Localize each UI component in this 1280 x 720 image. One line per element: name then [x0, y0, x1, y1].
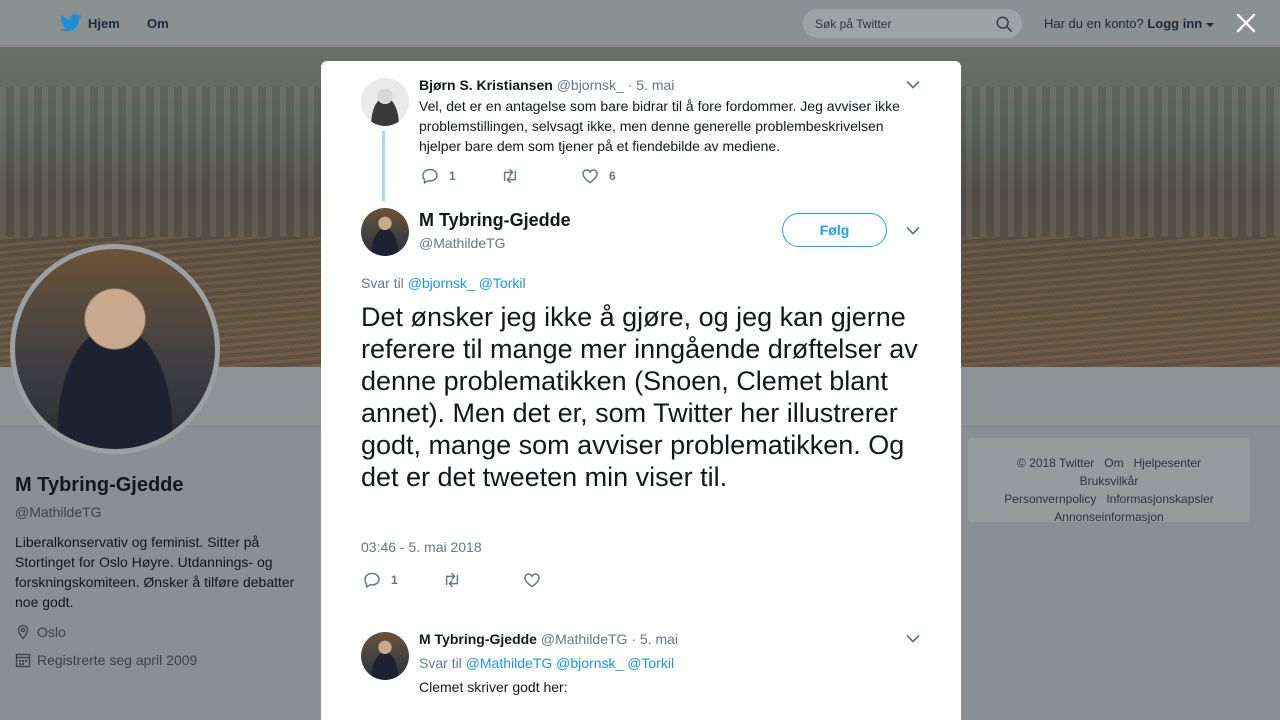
profile-bio: Liberalkonservativ og feminist. Sitter p… — [15, 534, 295, 610]
parent-tweet-handle[interactable]: @bjornsk_ — [557, 77, 624, 93]
footer-link-terms[interactable]: Bruksvilkår — [1080, 472, 1139, 490]
parent-tweet-actions: 1 6 — [421, 167, 661, 185]
footer-copyright: © 2018 Twitter — [1016, 456, 1095, 470]
child-tweet-avatar[interactable] — [361, 632, 409, 680]
reply-to-mention[interactable]: @bjornsk_ — [408, 275, 475, 291]
profile-location-text: Oslo — [37, 624, 66, 640]
top-navigation: Hjem Om Har du en konto? Logg inn — [0, 0, 1280, 46]
search-box — [802, 8, 1023, 39]
child-tweet-date[interactable]: · 5. mai — [631, 631, 678, 647]
main-tweet-menu-chevron-icon[interactable] — [906, 226, 920, 236]
parent-tweet-header: Bjørn S. Kristiansen @bjornsk_ · 5. mai — [419, 77, 674, 93]
heart-icon — [582, 169, 598, 184]
profile-handle[interactable]: @MathildeTG — [15, 504, 315, 520]
reply-to-prefix: Svar til — [361, 275, 404, 291]
tweet-modal: Bjørn S. Kristiansen @bjornsk_ · 5. mai … — [321, 61, 961, 720]
main-tweet-text: Det ønsker jeg ikke å gjøre, og jeg kan … — [361, 302, 918, 492]
chevron-down-icon[interactable] — [1205, 22, 1214, 28]
retweet-action[interactable] — [443, 571, 523, 589]
parent-tweet-date[interactable]: · 5. mai — [628, 77, 675, 93]
reply-action[interactable]: 1 — [421, 167, 501, 185]
reply-to-mention[interactable]: @Torkil — [479, 275, 526, 291]
child-tweet-author[interactable]: M Tybring-Gjedde — [419, 631, 537, 647]
main-tweet-author[interactable]: M Tybring-Gjedde — [419, 210, 571, 231]
child-tweet-menu-chevron-icon[interactable] — [906, 634, 920, 644]
profile-sidebar: M Tybring-Gjedde @MathildeTG Liberalkons… — [15, 474, 315, 668]
parent-tweet-avatar[interactable] — [361, 78, 409, 126]
profile-joined-text: Registrerte seg april 2009 — [37, 652, 198, 668]
twitter-bird-icon — [60, 14, 82, 32]
parent-tweet-menu-chevron-icon[interactable] — [906, 80, 920, 90]
nav-home[interactable]: Hjem — [60, 12, 120, 34]
profile-name[interactable]: M Tybring-Gjedde — [15, 474, 315, 500]
follow-button[interactable]: Følg — [782, 213, 887, 247]
footer-link-help[interactable]: Hjelpesenter — [1134, 454, 1201, 472]
reply-to-mention[interactable]: @Torkil — [627, 655, 674, 671]
retweet-icon — [445, 572, 459, 588]
like-count: 6 — [609, 169, 616, 183]
parent-tweet-text: Vel, det er en antagelse som bare bidrar… — [419, 98, 900, 154]
reply-to-mention[interactable]: @bjornsk_ — [556, 655, 623, 671]
profile-avatar[interactable] — [10, 244, 220, 454]
footer-link-about[interactable]: Om — [1104, 454, 1123, 472]
main-tweet-avatar[interactable] — [361, 208, 409, 256]
nav-about[interactable]: Om — [147, 16, 169, 31]
reply-icon — [364, 572, 380, 588]
main-tweet-handle[interactable]: @MathildeTG — [419, 235, 506, 251]
reply-to-prefix: Svar til — [419, 655, 462, 671]
reply-icon — [422, 168, 438, 184]
footer-link-ads[interactable]: Annonseinformasjon — [1054, 508, 1163, 526]
reply-count: 1 — [391, 573, 398, 587]
profile-joined: Registrerte seg april 2009 — [15, 652, 315, 668]
main-tweet-actions: 1 — [363, 571, 603, 589]
search-input[interactable] — [815, 9, 990, 38]
reply-to-mention[interactable]: @MathildeTG — [466, 655, 553, 671]
parent-tweet-author[interactable]: Bjørn S. Kristiansen — [419, 77, 553, 93]
main-tweet-timestamp[interactable]: 03:46 - 5. mai 2018 — [361, 539, 482, 555]
login-link[interactable]: Logg inn — [1147, 16, 1202, 31]
nav-home-label: Hjem — [88, 15, 120, 31]
main-tweet-reply-to: Svar til @bjornsk_ @Torkil — [361, 275, 526, 291]
profile-location: Oslo — [15, 624, 315, 640]
reply-action[interactable]: 1 — [363, 571, 443, 589]
account-prompt: Har du en konto? Logg inn — [1044, 16, 1214, 31]
retweet-icon — [503, 168, 517, 184]
search-icon[interactable] — [995, 15, 1013, 33]
child-tweet-handle[interactable]: @MathildeTG — [541, 631, 628, 647]
account-question: Har du en konto? — [1044, 16, 1144, 31]
footer-links: © 2018 Twitter Om HjelpesenterBruksvilkår … — [968, 438, 1250, 524]
like-action[interactable]: 6 — [581, 167, 661, 185]
like-action[interactable] — [523, 571, 603, 589]
child-tweet-reply-to: Svar til @MathildeTG @bjornsk_ @Torkil — [419, 655, 674, 671]
calendar-icon — [15, 653, 31, 668]
child-tweet-text: Clemet skriver godt her: — [419, 679, 568, 695]
footer-link-privacy[interactable]: Personvernpolicy — [1004, 490, 1096, 508]
heart-icon — [524, 573, 540, 588]
footer-link-cookies[interactable]: Informasjonskapsler — [1106, 490, 1213, 508]
close-icon[interactable] — [1235, 12, 1257, 34]
reply-count: 1 — [449, 169, 456, 183]
location-pin-icon — [17, 624, 29, 640]
thread-connector — [382, 131, 385, 201]
child-tweet-header: M Tybring-Gjedde @MathildeTG · 5. mai — [419, 631, 678, 647]
retweet-action[interactable] — [501, 167, 581, 185]
